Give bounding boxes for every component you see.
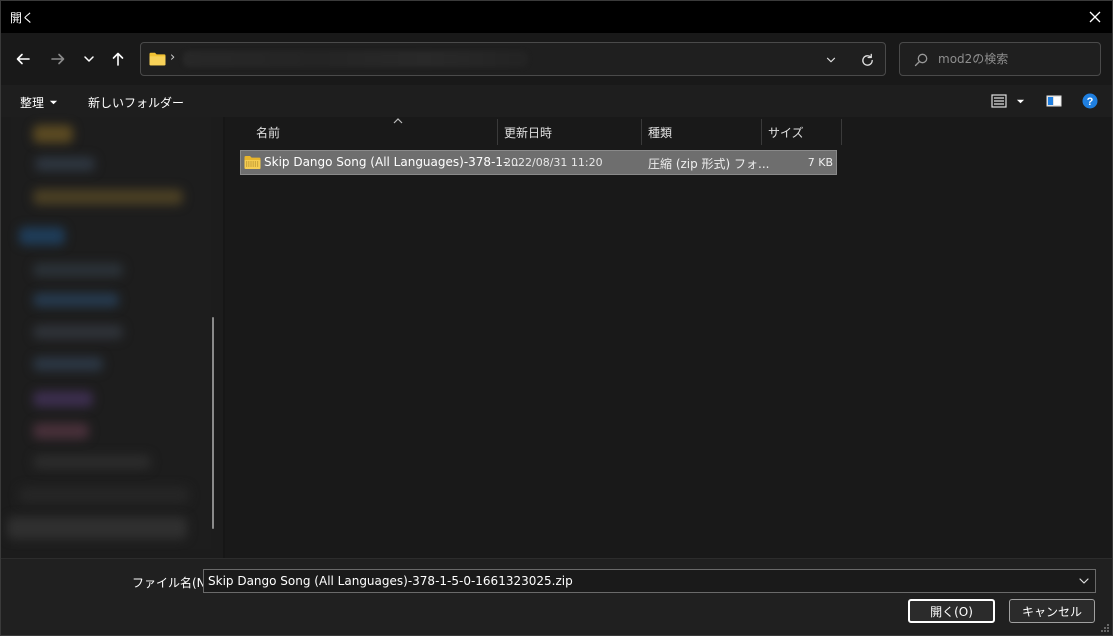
column-size-label: サイズ [768, 126, 804, 140]
cancel-button[interactable]: キャンセル [1009, 599, 1095, 623]
zip-folder-icon [244, 156, 261, 169]
search-icon [914, 53, 928, 67]
preview-pane-icon [1046, 95, 1062, 107]
dropdown-arrow-icon [49, 100, 58, 105]
new-folder-button[interactable]: 新しいフォルダー [88, 94, 184, 111]
preview-pane-button[interactable] [1045, 93, 1063, 109]
address-bar[interactable]: › [140, 42, 886, 76]
window-title: 開く [10, 11, 35, 25]
file-type: 圧縮 (zip 形式) フォ... [648, 157, 770, 171]
help-icon: ? [1082, 93, 1097, 109]
arrow-left-icon [16, 53, 30, 65]
open-button[interactable]: 開く(O) [908, 599, 995, 623]
sort-ascending-icon [393, 118, 403, 124]
dialog-footer: ファイル名(N): 開く(O) キャンセル [1, 558, 1112, 635]
view-options-button[interactable] [990, 93, 1008, 109]
view-options-dropdown[interactable] [1014, 93, 1026, 109]
column-header-size[interactable]: サイズ [762, 119, 841, 145]
recent-locations-button[interactable] [77, 47, 101, 71]
column-name-label: 名前 [256, 126, 281, 140]
arrow-right-icon [51, 53, 65, 65]
back-button[interactable] [11, 47, 35, 71]
column-header-type[interactable]: 種類 [642, 119, 761, 145]
refresh-icon [861, 53, 873, 66]
address-separator: › [170, 50, 176, 65]
search-input[interactable] [938, 49, 1088, 69]
close-icon [1089, 11, 1101, 23]
navigation-pane-scrollbar[interactable] [212, 317, 214, 529]
filename-combobox[interactable] [203, 569, 1096, 593]
command-bar: 整理 新しいフォルダー ? [1, 85, 1112, 117]
organize-menu[interactable]: 整理 [20, 94, 58, 111]
column-type-label: 種類 [648, 126, 673, 140]
close-button[interactable] [1078, 1, 1112, 33]
file-list[interactable]: 名前 更新日時 種類 サイズ Skip Dango Song (All Lang… [225, 117, 1112, 558]
column-separator[interactable] [841, 119, 842, 145]
new-folder-label: 新しいフォルダー [88, 96, 185, 110]
file-row[interactable]: Skip Dango Song (All Languages)-378-1-..… [240, 150, 837, 175]
file-size: 7 KB [807, 156, 833, 169]
arrow-up-icon [112, 52, 124, 66]
column-header-modified[interactable]: 更新日時 [498, 119, 641, 145]
dropdown-arrow-icon [1016, 99, 1024, 103]
address-path-redacted [183, 51, 528, 67]
column-modified-label: 更新日時 [504, 126, 553, 140]
file-name: Skip Dango Song (All Languages)-378-1-..… [264, 155, 519, 169]
filename-input[interactable] [208, 572, 1068, 590]
search-box[interactable] [899, 42, 1101, 76]
column-header-name[interactable]: 名前 [250, 118, 497, 145]
chevron-down-icon [826, 57, 836, 63]
refresh-button[interactable] [859, 52, 875, 68]
folder-icon [149, 52, 166, 66]
chevron-down-icon [84, 56, 94, 62]
file-modified: 2022/08/31 11:20 [504, 156, 603, 169]
details-view-icon [991, 94, 1007, 108]
up-button[interactable] [106, 47, 130, 71]
title-bar: 開く [1, 1, 1112, 33]
help-button[interactable]: ? [1081, 93, 1098, 109]
forward-button[interactable] [46, 47, 70, 71]
organize-label: 整理 [20, 96, 45, 110]
address-history-button[interactable] [823, 52, 839, 68]
resize-grip-icon[interactable] [1100, 623, 1110, 633]
navigation-pane[interactable] [1, 117, 223, 558]
navigation-bar: › [1, 33, 1112, 85]
open-file-dialog: 開く › mod2の検索 整理 新しいフォルダー ? 名前 更新日時 種類 サイ… [0, 0, 1113, 636]
chevron-down-icon[interactable] [1078, 575, 1090, 587]
svg-text:?: ? [1086, 96, 1093, 108]
navigation-tree-redacted [7, 117, 211, 549]
